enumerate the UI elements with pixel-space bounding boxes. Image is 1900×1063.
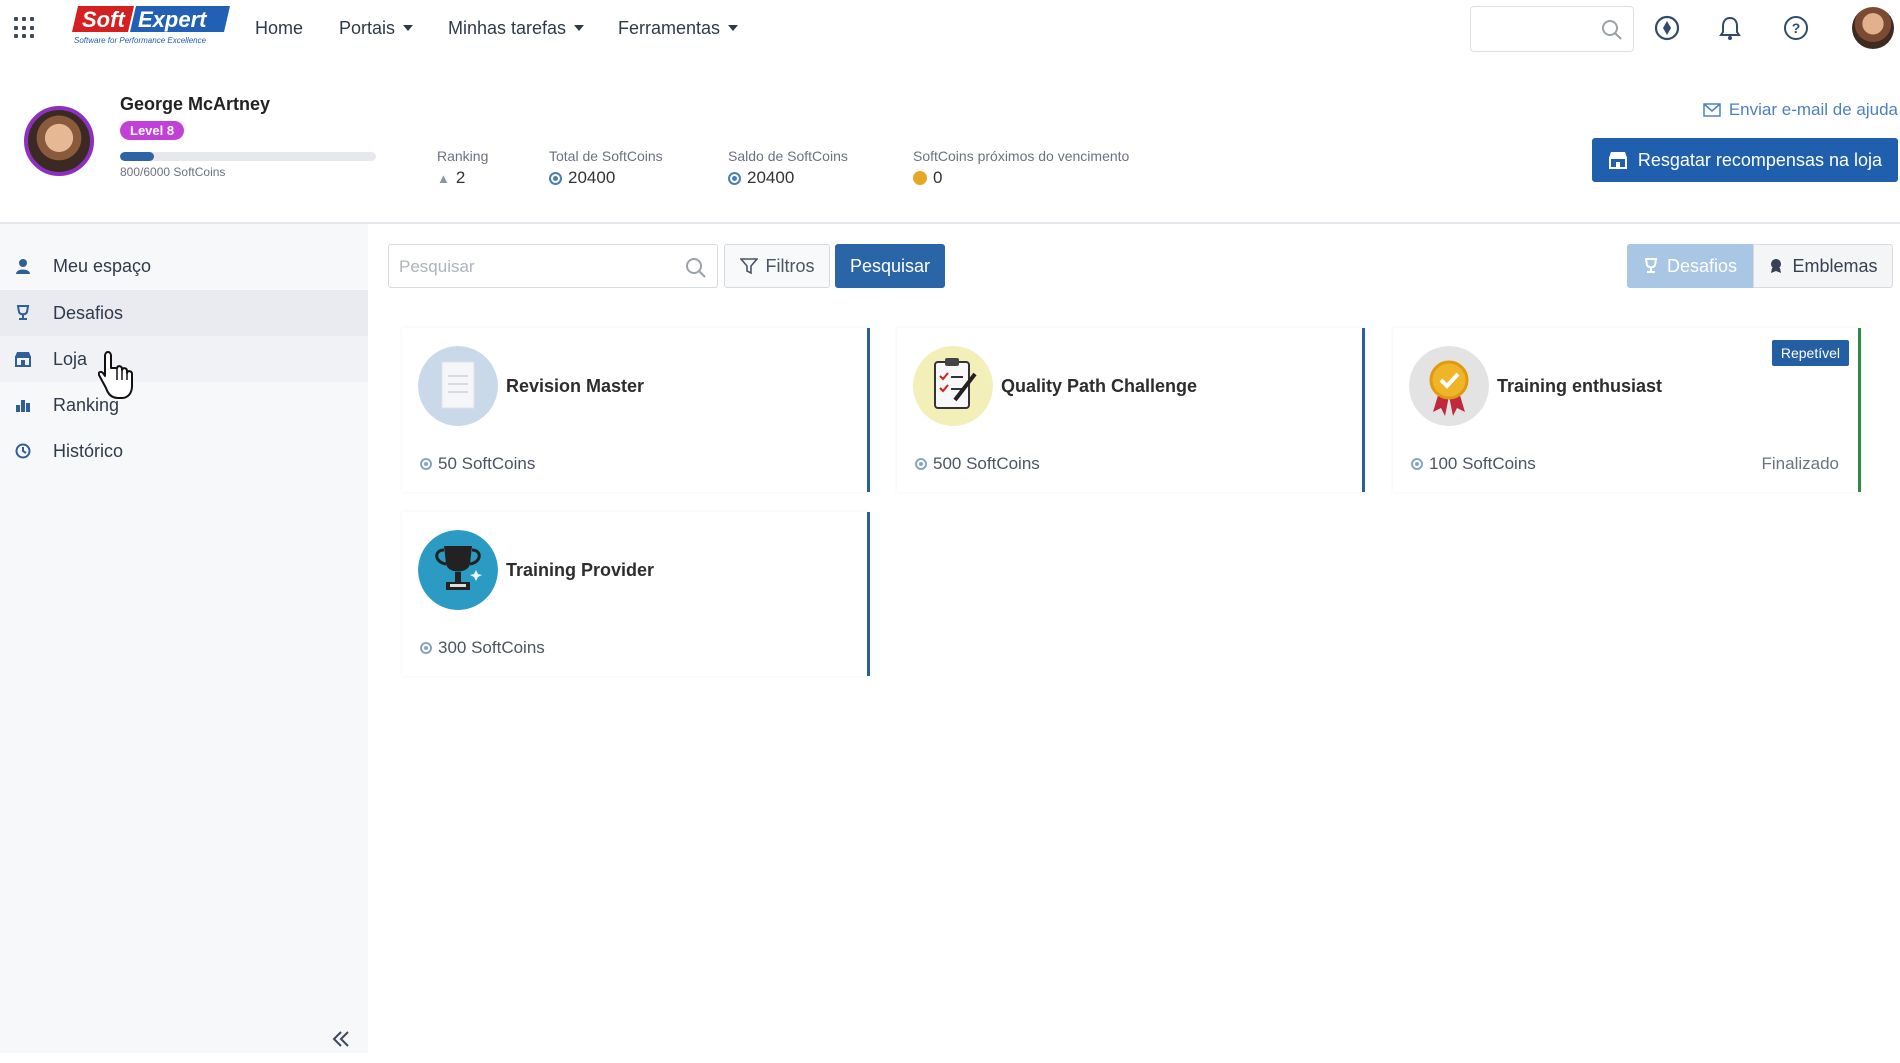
profile-header: George McArtney Level 8 800/6000 SoftCoi… <box>0 58 1900 224</box>
badge-icon <box>1771 259 1782 273</box>
search-icon <box>686 258 706 278</box>
chevron-down-icon <box>574 25 585 31</box>
sidebar-item-ranking[interactable]: Ranking <box>0 382 368 428</box>
challenge-card-revision-master[interactable]: Revision Master 50 SoftCoins <box>402 328 870 492</box>
level-badge: Level 8 <box>120 121 185 140</box>
compass-icon[interactable] <box>1653 14 1681 42</box>
svg-text:?: ? <box>1792 20 1801 36</box>
card-accent-bar <box>867 328 870 492</box>
ranking-icon: ▲ <box>437 170 450 186</box>
challenge-title: Quality Path Challenge <box>1001 376 1198 396</box>
nav-tools-menu[interactable]: Ferramentas <box>618 18 739 39</box>
stat-balance-softcoins: Saldo de SoftCoins 20400 <box>728 148 848 187</box>
bell-icon[interactable] <box>1716 14 1744 42</box>
global-search-input[interactable] <box>1470 6 1634 52</box>
redeem-rewards-button[interactable]: Resgatar recompensas na loja <box>1591 138 1898 182</box>
sidebar-item-history[interactable]: Histórico <box>0 428 368 474</box>
mail-icon <box>1703 103 1721 117</box>
softcoin-icon <box>1411 458 1423 470</box>
stat-ranking: Ranking ▲ 2 <box>437 148 489 187</box>
toggle-badges[interactable]: Emblemas <box>1753 244 1893 288</box>
sidebar-item-my-space[interactable]: Meu espaço <box>0 243 368 289</box>
filter-icon <box>739 258 758 275</box>
card-accent-bar <box>867 512 870 676</box>
trophy-icon <box>1644 258 1658 273</box>
store-icon <box>1608 152 1627 169</box>
clipboard-icon <box>913 346 993 426</box>
trophy-icon <box>418 530 498 610</box>
nav-portals-menu[interactable]: Portais <box>339 18 414 39</box>
nav-home[interactable]: Home <box>255 18 303 39</box>
softcoin-icon <box>420 458 432 470</box>
collapse-sidebar-icon[interactable] <box>330 1028 352 1050</box>
stat-expiring-softcoins: SoftCoins próximos do vencimento 0 <box>913 148 1130 187</box>
medal-icon <box>1409 346 1489 426</box>
stat-total-softcoins: Total de SoftCoins 20400 <box>549 148 663 187</box>
apps-grid-icon[interactable] <box>14 17 36 39</box>
level-progress-text: 800/6000 SoftCoins <box>120 165 226 179</box>
challenge-reward: 300 SoftCoins <box>420 638 545 658</box>
softexpert-logo[interactable]: Soft Expert Software for Performance Exc… <box>72 4 232 48</box>
sidebar-item-store[interactable]: Loja <box>0 336 368 382</box>
send-help-email-link[interactable]: Enviar e-mail de ajuda <box>1703 100 1898 120</box>
svg-text:Software for Performance Excel: Software for Performance Excellence <box>74 36 207 45</box>
softcoin-icon <box>915 458 927 470</box>
warning-coin-icon <box>913 171 927 185</box>
challenge-card-quality-path[interactable]: Quality Path Challenge 500 SoftCoins <box>897 328 1365 492</box>
softcoin-icon <box>549 171 562 185</box>
clock-icon <box>14 442 32 460</box>
trophy-icon <box>14 304 32 322</box>
challenge-card-training-provider[interactable]: Training Provider 300 SoftCoins <box>402 512 870 676</box>
challenge-title: Training Provider <box>506 560 655 580</box>
toggle-challenges[interactable]: Desafios <box>1627 244 1753 288</box>
top-navigation-bar: Soft Expert Software for Performance Exc… <box>0 0 1900 58</box>
document-icon <box>418 346 498 426</box>
store-icon <box>14 350 32 368</box>
user-icon <box>14 257 32 275</box>
nav-my-tasks-menu[interactable]: Minhas tarefas <box>448 18 585 39</box>
filters-button[interactable]: Filtros <box>724 244 830 288</box>
search-button[interactable]: Pesquisar <box>835 244 945 288</box>
challenge-status: Finalizado <box>1761 454 1840 473</box>
ranking-icon <box>14 396 32 414</box>
level-progress-bar <box>120 152 376 161</box>
sidebar-item-challenges[interactable]: Desafios <box>0 290 368 336</box>
softcoin-icon <box>420 642 432 654</box>
chevron-down-icon <box>728 25 739 31</box>
search-icon <box>1602 20 1622 40</box>
chevron-down-icon <box>403 25 414 31</box>
user-name: George McArtney <box>120 94 271 114</box>
svg-text:Soft: Soft <box>82 7 126 32</box>
challenge-card-training-enthusiast[interactable]: Training enthusiast Repetível 100 SoftCo… <box>1393 328 1861 492</box>
challenge-reward: 50 SoftCoins <box>420 454 535 474</box>
help-icon[interactable]: ? <box>1782 14 1810 42</box>
profile-avatar <box>24 106 94 176</box>
repeatable-badge: Repetível <box>1771 340 1849 366</box>
challenge-title: Revision Master <box>506 376 645 396</box>
challenge-reward: 500 SoftCoins <box>915 454 1040 474</box>
card-accent-bar <box>1362 328 1365 492</box>
challenge-title: Training enthusiast <box>1497 376 1663 396</box>
challenge-search-input[interactable]: Pesquisar <box>388 244 718 288</box>
svg-text:Expert: Expert <box>138 7 208 32</box>
softcoin-icon <box>728 171 741 185</box>
user-avatar[interactable] <box>1852 7 1894 49</box>
challenge-reward: 100 SoftCoins <box>1411 454 1536 474</box>
card-accent-bar <box>1858 328 1861 492</box>
